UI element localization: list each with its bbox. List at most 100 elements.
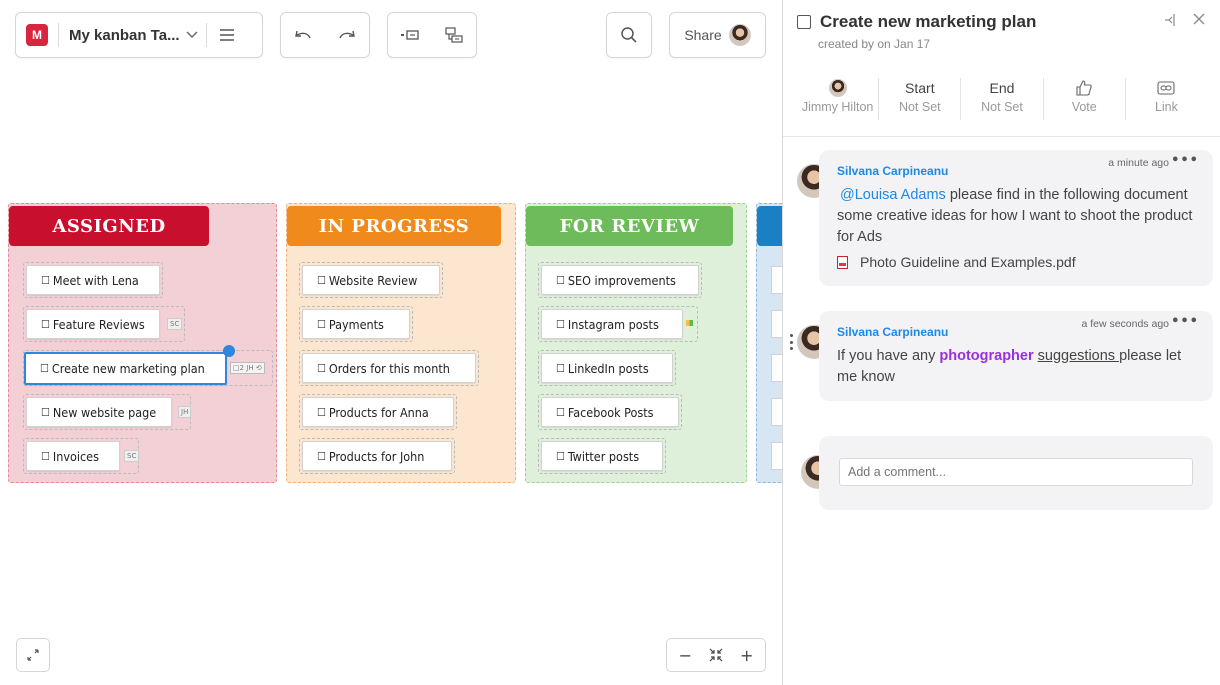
close-icon[interactable] — [1192, 12, 1206, 28]
checkbox-icon[interactable]: ☐ — [41, 406, 50, 419]
card-partial[interactable] — [771, 354, 782, 382]
more-options-icon[interactable]: ••• — [1171, 153, 1199, 168]
board-canvas[interactable]: M My kanban Ta... Share ASSIGNED ☐ Meet … — [0, 0, 782, 685]
card-partial[interactable] — [771, 442, 782, 470]
user-avatar — [728, 24, 751, 46]
task-card-meet-with-lena[interactable]: ☐ Meet with Lena — [26, 265, 160, 295]
column-header[interactable]: FOR REVIEW — [526, 206, 733, 246]
task-card-linkedin-posts[interactable]: ☐ LinkedIn posts — [541, 353, 673, 383]
drag-handle-icon[interactable] — [790, 334, 794, 350]
checkbox-icon[interactable]: ☐ — [41, 318, 50, 331]
pin-panel-icon[interactable] — [1164, 12, 1180, 28]
task-card-orders-for-this-month[interactable]: ☐ Orders for this month — [302, 353, 476, 383]
comment-input[interactable] — [839, 458, 1193, 486]
task-card-invoices[interactable]: ☐ Invoices — [26, 441, 120, 471]
fullscreen-button[interactable] — [16, 638, 50, 672]
task-card-facebook-posts[interactable]: ☐ Facebook Posts — [541, 397, 679, 427]
card-wrapper: ☐ Twitter posts — [538, 438, 666, 474]
panel-header: Create new marketing plan — [797, 12, 1036, 32]
search-button[interactable] — [606, 12, 652, 58]
comment-author[interactable]: Silvana Carpineanu — [837, 325, 948, 339]
task-card-products-for-john[interactable]: ☐ Products for John — [302, 441, 452, 471]
link-label: Link — [1154, 100, 1178, 114]
card-label: Twitter posts — [567, 448, 640, 464]
card-label: New website page — [52, 404, 157, 420]
task-card-seo-improvements[interactable]: ☐ SEO improvements — [541, 265, 699, 295]
connector-handle-icon[interactable] — [223, 345, 235, 357]
share-button[interactable]: Share — [669, 12, 766, 58]
card-wrapper: ☐ Products for John — [299, 438, 455, 474]
insert-topic-button[interactable] — [388, 13, 432, 57]
task-card-twitter-posts[interactable]: ☐ Twitter posts — [541, 441, 663, 471]
card-label: Website Review — [328, 272, 418, 288]
task-card-create-new-marketing-plan[interactable]: ☐ Create new marketing plan — [24, 352, 227, 385]
task-card-feature-reviews[interactable]: ☐ Feature Reviews — [26, 309, 160, 339]
link-property[interactable]: Link — [1126, 78, 1207, 120]
card-label: Payments — [328, 316, 384, 332]
assignee-avatar — [828, 79, 847, 97]
comment-timestamp: a few seconds ago — [1081, 318, 1169, 330]
checkbox-icon[interactable]: ☐ — [556, 362, 565, 375]
fit-to-screen-button[interactable] — [707, 647, 725, 663]
checkbox-icon[interactable]: ☐ — [556, 274, 565, 287]
menu-button[interactable] — [207, 13, 247, 57]
redo-icon — [338, 29, 356, 41]
thumbs-up-icon — [1075, 79, 1093, 97]
comment-author[interactable]: Silvana Carpineanu — [837, 164, 948, 178]
checkbox-icon[interactable]: ☐ — [556, 406, 565, 419]
card-partial[interactable] — [771, 266, 782, 294]
app-logo: M — [26, 24, 48, 46]
undo-button[interactable] — [281, 13, 325, 57]
task-card-website-review[interactable]: ☐ Website Review — [302, 265, 440, 295]
column-for-review[interactable]: FOR REVIEW ☐ SEO improvements ☐ Instagram … — [525, 203, 747, 483]
column-header[interactable]: ASSIGNED — [9, 206, 209, 246]
card-partial[interactable] — [771, 310, 782, 338]
assignee-property[interactable]: Jimmy Hilton — [797, 78, 880, 120]
column-assigned[interactable]: ASSIGNED ☐ Meet with Lena ☐ Feature Review… — [8, 203, 277, 483]
column-header[interactable]: IN PROGRESS — [287, 206, 501, 246]
vote-property[interactable]: Vote — [1044, 78, 1126, 120]
checkbox-icon[interactable]: ☐ — [317, 406, 326, 419]
checkbox-icon[interactable]: ☐ — [317, 450, 326, 463]
mention-link[interactable]: @Louisa Adams — [840, 187, 946, 203]
comment-text: If you have any — [837, 348, 940, 364]
column-header-partial[interactable] — [757, 206, 782, 246]
task-card-new-website-page[interactable]: ☐ New website page — [26, 397, 172, 427]
redo-button[interactable] — [325, 13, 369, 57]
card-label: Meet with Lena — [52, 272, 139, 288]
app-root: M My kanban Ta... Share ASSIGNED ☐ Meet … — [0, 0, 1220, 685]
checkbox-icon[interactable]: ☐ — [317, 362, 326, 375]
attachment-name: Photo Guideline and Examples.pdf — [860, 254, 1076, 270]
board-title: My kanban Ta... — [69, 26, 180, 44]
card-wrapper: ☐ Products for Anna — [299, 394, 457, 430]
checkbox-icon[interactable]: ☐ — [556, 450, 565, 463]
task-card-instagram-posts[interactable]: ☐ Instagram posts — [541, 309, 683, 339]
insert-group — [387, 12, 477, 58]
start-date-property[interactable]: Start Not Set — [879, 78, 962, 120]
checkbox-icon[interactable]: ☐ — [41, 274, 50, 287]
chevron-down-icon — [186, 31, 198, 39]
task-complete-checkbox[interactable] — [797, 15, 811, 29]
board-title-dropdown[interactable]: My kanban Ta... — [59, 13, 206, 57]
task-card-payments[interactable]: ☐ Payments — [302, 309, 410, 339]
zoom-in-button[interactable]: + — [732, 646, 762, 665]
insert-subtopic-button[interactable] — [432, 13, 476, 57]
share-label: Share — [684, 27, 722, 43]
card-partial[interactable] — [771, 398, 782, 426]
search-icon — [607, 13, 651, 57]
zoom-out-button[interactable]: − — [670, 646, 700, 665]
board-title-group: M My kanban Ta... — [15, 12, 263, 58]
column-partial[interactable] — [756, 203, 782, 483]
more-options-icon[interactable]: ••• — [1171, 314, 1199, 329]
checkbox-icon[interactable]: ☐ — [40, 362, 49, 375]
task-card-products-for-anna[interactable]: ☐ Products for Anna — [302, 397, 454, 427]
insert-subtopic-icon — [444, 27, 464, 43]
checkbox-icon[interactable]: ☐ — [41, 450, 50, 463]
end-date-property[interactable]: End Not Set — [961, 78, 1044, 120]
card-label: Products for John — [328, 448, 425, 464]
checkbox-icon[interactable]: ☐ — [317, 318, 326, 331]
column-in-progress[interactable]: IN PROGRESS ☐ Website Review ☐ Payments ☐ O… — [286, 203, 516, 483]
checkbox-icon[interactable]: ☐ — [556, 318, 565, 331]
attachment-link[interactable]: Photo Guideline and Examples.pdf — [837, 254, 1076, 270]
checkbox-icon[interactable]: ☐ — [317, 274, 326, 287]
